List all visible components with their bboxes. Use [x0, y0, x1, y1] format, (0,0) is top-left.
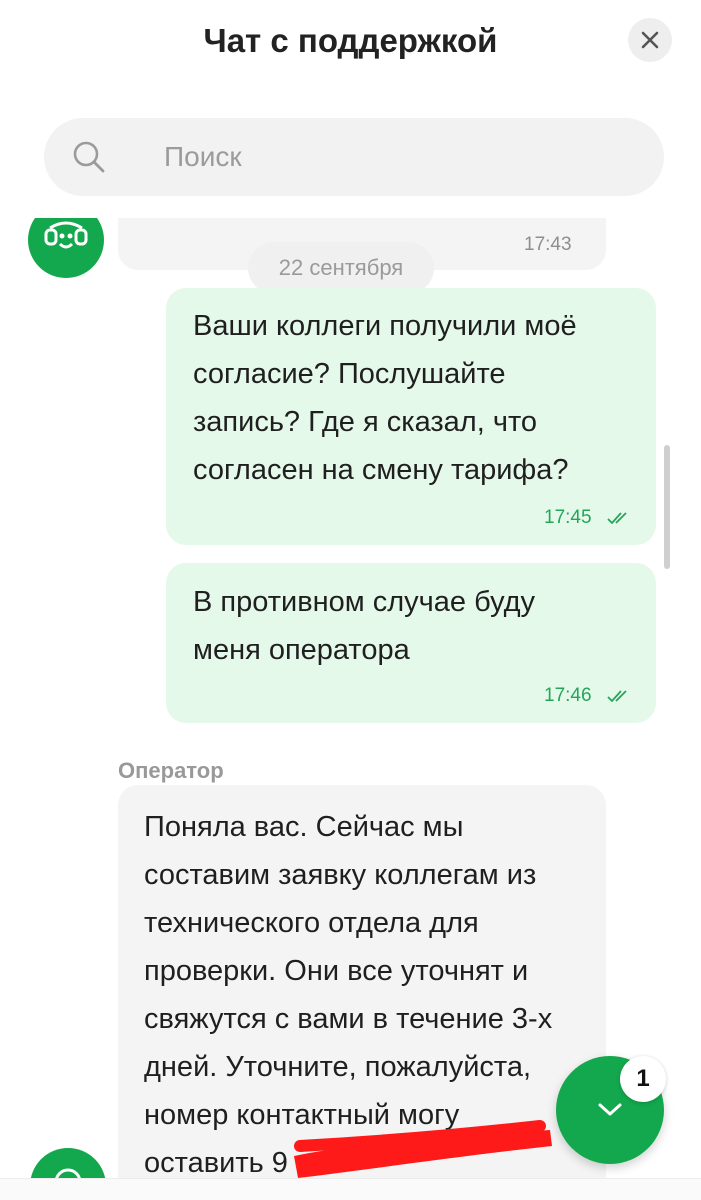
operator-avatar	[30, 1148, 106, 1178]
message-time: 17:45	[544, 507, 592, 528]
scrollbar-thumb[interactable]	[664, 445, 670, 569]
double-check-icon	[607, 690, 627, 703]
message-bubble-outgoing: В противном случае буду меня оператора 1…	[166, 563, 656, 723]
close-icon	[641, 31, 659, 49]
message-time: 17:43	[524, 234, 572, 255]
message-line: составим заявку коллегам из	[144, 859, 537, 891]
header: Чат с поддержкой	[0, 0, 701, 90]
search-bar[interactable]	[44, 118, 664, 196]
message-time: 17:46	[544, 685, 592, 706]
redaction-scribble	[294, 1120, 552, 1178]
unread-badge: 1	[620, 1056, 666, 1102]
message-line: свяжутся с вами в течение 3-х	[144, 1003, 553, 1035]
message-bubble-outgoing: Ваши коллеги получили моё согласие? Посл…	[166, 288, 656, 545]
message-line: меня оператора	[193, 634, 410, 666]
message-line: согласие? Послушайте	[193, 358, 506, 390]
support-mascot-icon	[44, 221, 88, 249]
message-line: проверки. Они все уточнят и	[144, 955, 529, 987]
message-text: В противном случае буду меня оператора	[193, 578, 643, 674]
page-title: Чат с поддержкой	[203, 22, 498, 59]
message-line: Поняла вас. Сейчас мы	[144, 811, 464, 843]
message-text: Ваши коллеги получили моё согласие? Посл…	[193, 302, 643, 494]
support-mascot-icon	[55, 1168, 81, 1178]
close-button[interactable]	[628, 18, 672, 62]
message-line: Ваши коллеги получили моё	[193, 310, 577, 342]
message-line: дней. Уточните, пожалуйста,	[144, 1051, 532, 1083]
message-line: технического отдела для	[144, 907, 479, 939]
chevron-down-icon	[598, 1103, 622, 1116]
message-line: В противном случае буду	[193, 586, 536, 618]
message-line: согласен на смену тарифа?	[193, 454, 569, 486]
bottom-edge	[0, 1178, 701, 1200]
sender-name: Оператор	[118, 758, 224, 783]
search-input[interactable]	[164, 136, 644, 178]
date-separator: 22 сентября	[248, 242, 434, 294]
chat-messages[interactable]: 17:43 22 сентября Ваши коллеги получили …	[0, 218, 701, 1178]
message-line: запись? Где я сказал, что	[193, 406, 538, 438]
search-icon	[73, 141, 105, 173]
double-check-icon	[607, 512, 627, 525]
operator-avatar	[28, 218, 104, 278]
